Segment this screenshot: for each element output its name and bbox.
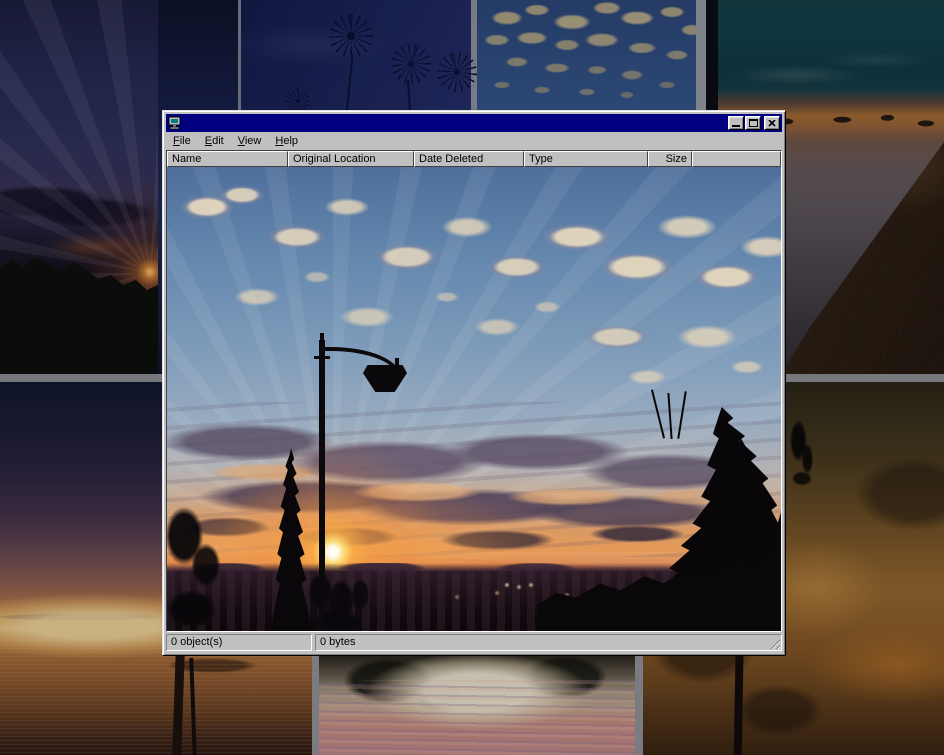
menu-bar: File Edit View Help (166, 132, 782, 149)
column-header-original-location[interactable]: Original Location (288, 151, 414, 167)
menu-edit[interactable]: Edit (198, 134, 231, 149)
menu-help[interactable]: Help (268, 134, 305, 149)
status-objects: 0 object(s) (166, 634, 312, 651)
desktop: File Edit View Help Name Original Locati… (0, 0, 944, 755)
streetlamp-hanger (395, 358, 399, 366)
column-header-bar: Name Original Location Date Deleted Type… (167, 151, 781, 167)
minimize-icon (732, 125, 740, 127)
column-header-size[interactable]: Size (648, 151, 692, 167)
recycle-bin-window: File Edit View Help Name Original Locati… (162, 110, 786, 656)
file-list-view[interactable]: Name Original Location Date Deleted Type… (166, 150, 782, 632)
maximize-icon (749, 119, 758, 127)
computer-icon (168, 116, 182, 130)
menu-view[interactable]: View (231, 134, 269, 149)
column-header-date-deleted[interactable]: Date Deleted (414, 151, 524, 167)
column-header-blank[interactable] (692, 151, 781, 167)
streetlamp-pole (319, 340, 325, 631)
titlebar[interactable] (166, 114, 782, 132)
sunset-streetlamp-photo (167, 167, 781, 631)
column-header-name[interactable]: Name (167, 151, 288, 167)
bush-silhouette-left (167, 485, 231, 631)
status-bytes: 0 bytes (315, 634, 782, 651)
minimize-button[interactable] (728, 116, 744, 130)
menu-file[interactable]: File (166, 134, 198, 149)
close-button[interactable] (764, 116, 780, 130)
reed-silhouettes (655, 389, 699, 453)
close-icon (768, 120, 776, 127)
resize-grip-icon[interactable] (768, 637, 780, 649)
column-header-type[interactable]: Type (524, 151, 648, 167)
status-bar: 0 object(s) 0 bytes (166, 634, 782, 651)
maximize-button[interactable] (745, 116, 761, 130)
bush-silhouette-mid (295, 565, 379, 631)
status-bytes-text: 0 bytes (320, 636, 355, 648)
